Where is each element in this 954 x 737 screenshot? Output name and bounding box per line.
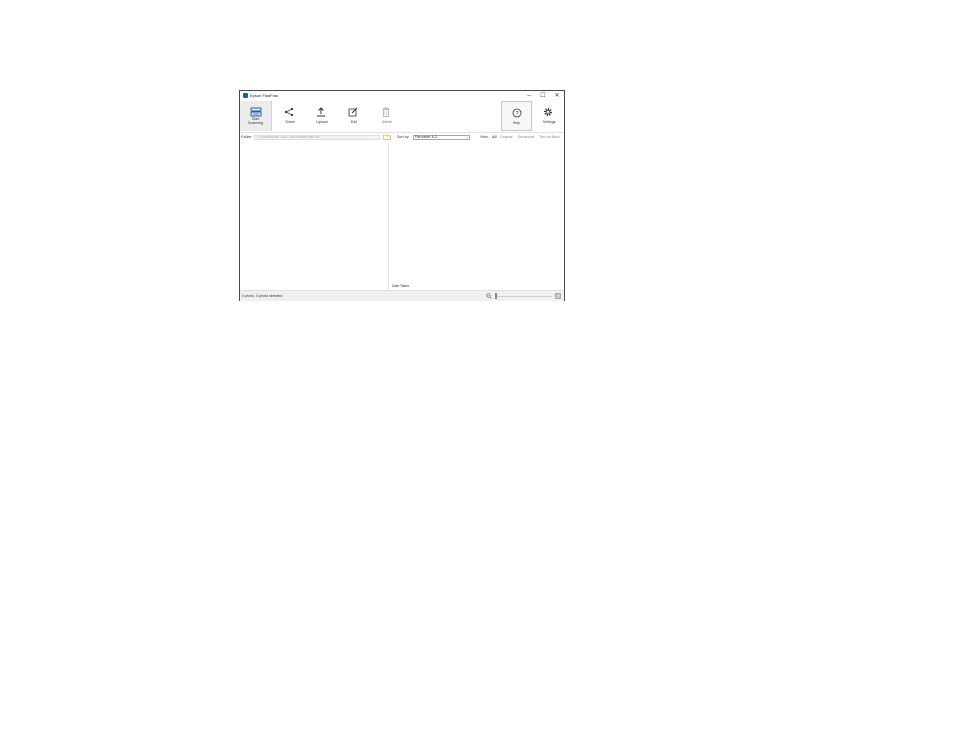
- help-label: Help: [512, 121, 521, 125]
- sort-dropdown[interactable]: File name: A-Z ⌄: [413, 135, 470, 140]
- gear-icon: [543, 107, 553, 117]
- app-window: Epson FastFoto – ☐ ✕ Start Scanning Shar…: [239, 90, 565, 301]
- status-bar: 0 photo, 0 photo selected: [240, 290, 564, 301]
- minimize-button[interactable]: –: [522, 91, 536, 101]
- view-option-all[interactable]: All: [492, 135, 497, 140]
- folder-tree-pane[interactable]: [240, 143, 389, 290]
- sort-value: File name: A-Z: [415, 135, 438, 139]
- epson-logo-icon: [243, 93, 248, 98]
- settings-label: Settings: [542, 120, 556, 124]
- zoom-out-icon[interactable]: [486, 293, 492, 299]
- view-option-original[interactable]: Original: [500, 135, 512, 140]
- view-label: View:: [480, 135, 489, 139]
- edit-label: Edit: [350, 120, 358, 124]
- share-button[interactable]: Share: [274, 101, 306, 131]
- zoom-slider-thumb[interactable]: [495, 293, 497, 299]
- toolbar: Start Scanning Share Upload Edit Delete …: [240, 101, 564, 133]
- share-icon: [284, 107, 294, 117]
- scanner-icon: [250, 107, 262, 117]
- title-bar: Epson FastFoto – ☐ ✕: [240, 91, 564, 101]
- svg-text:?: ?: [515, 111, 518, 117]
- trash-icon: [382, 107, 390, 117]
- view-option-text-on-back[interactable]: Text on Back: [539, 135, 560, 140]
- folder-path-field[interactable]: C:\Users\Epson Docs Lab\Pictures\FastFot…: [254, 135, 380, 140]
- start-scanning-label: Start Scanning: [248, 117, 263, 125]
- delete-button[interactable]: Delete: [371, 101, 403, 131]
- start-scanning-button[interactable]: Start Scanning: [240, 101, 272, 131]
- view-option-enhanced[interactable]: Enhanced: [518, 135, 534, 140]
- close-button[interactable]: ✕: [550, 91, 564, 101]
- zoom-in-icon[interactable]: [555, 293, 561, 299]
- upload-icon: [317, 107, 325, 117]
- folder-icon[interactable]: [383, 134, 391, 140]
- share-label: Share: [285, 120, 295, 124]
- settings-button[interactable]: Settings: [533, 101, 565, 131]
- status-text: 0 photo, 0 photo selected: [242, 294, 283, 298]
- chevron-down-icon: ⌄: [465, 135, 468, 139]
- sort-label: Sort by:: [397, 135, 410, 139]
- upload-button[interactable]: Upload: [306, 101, 338, 131]
- folder-label: Folder:: [241, 135, 253, 139]
- window-title: Epson FastFoto: [250, 93, 279, 98]
- maximize-button[interactable]: ☐: [536, 91, 550, 101]
- photo-grid-pane[interactable]: Date Taken:: [389, 143, 564, 290]
- zoom-slider-track[interactable]: [496, 296, 552, 297]
- edit-button[interactable]: Edit: [338, 101, 370, 131]
- edit-icon: [348, 107, 358, 117]
- upload-label: Upload: [316, 120, 328, 124]
- date-taken-label: Date Taken:: [392, 284, 411, 288]
- filter-bar: Folder: C:\Users\Epson Docs Lab\Pictures…: [240, 133, 564, 142]
- delete-label: Delete: [381, 120, 393, 124]
- help-button[interactable]: ? Help: [501, 101, 532, 131]
- help-icon: ?: [512, 108, 522, 118]
